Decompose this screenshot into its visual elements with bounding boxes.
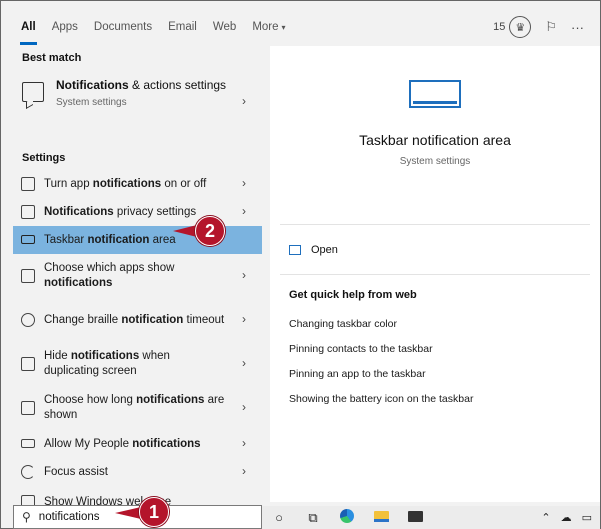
- tab-all-label: All: [21, 21, 36, 33]
- chevron-right-icon: ›: [242, 436, 246, 450]
- best-match-result[interactable]: Notifications & actions settings System …: [13, 70, 262, 146]
- preview-pane: Taskbar notification area System setting…: [270, 46, 600, 502]
- tab-web-label: Web: [212, 21, 237, 33]
- result-turn-app-notifications[interactable]: Turn app notifications on or off ›: [13, 170, 262, 198]
- message-box-icon: [21, 205, 35, 219]
- feedback-icon[interactable]: ⚐: [545, 19, 557, 35]
- network-icon[interactable]: ▭: [582, 511, 592, 524]
- best-match-heading: Best match: [22, 52, 82, 64]
- result-label: Hide notifications when duplicating scre…: [44, 350, 170, 377]
- preview-title: Taskbar notification area: [359, 132, 511, 148]
- cloud-icon[interactable]: ☁: [561, 511, 572, 524]
- result-focus-assist[interactable]: Focus assist ›: [13, 458, 262, 486]
- preview-subtitle: System settings: [399, 156, 471, 167]
- chevron-right-icon: ›: [242, 268, 246, 282]
- result-label: Focus assist: [44, 465, 108, 478]
- chevron-right-icon: ›: [242, 464, 246, 478]
- trophy-icon: ♛: [509, 16, 532, 38]
- file-explorer-icon[interactable]: [364, 510, 398, 525]
- result-choose-which-apps[interactable]: Choose which apps show notifications ›: [13, 254, 262, 298]
- message-box-icon: [21, 269, 35, 283]
- result-my-people-notifications[interactable]: Allow My People notifications ›: [13, 430, 262, 458]
- moon-icon: [21, 465, 35, 479]
- result-label: Choose which apps show notifications: [44, 262, 175, 289]
- callout-1-pointer: [115, 507, 141, 519]
- message-box-icon: [21, 401, 35, 415]
- result-label: Notifications privacy settings: [44, 205, 197, 218]
- taskbar-monitor-icon: [409, 80, 461, 108]
- points-count: 15: [493, 21, 506, 33]
- tab-email-label: Email: [168, 21, 197, 33]
- web-link-pinning-contacts[interactable]: Pinning contacts to the taskbar: [270, 343, 600, 358]
- callout-step-1: 1: [139, 497, 169, 527]
- search-window: All Apps Documents Email Web More ▾ 15 ♛ …: [0, 0, 601, 529]
- tab-documents-label: Documents: [93, 21, 153, 33]
- tab-documents[interactable]: Documents: [86, 8, 160, 46]
- tab-more[interactable]: More ▾: [244, 8, 293, 46]
- tab-web[interactable]: Web: [205, 8, 244, 46]
- tab-email[interactable]: Email: [160, 8, 205, 46]
- tab-all[interactable]: All: [13, 8, 44, 46]
- chevron-right-icon[interactable]: ›: [242, 94, 246, 108]
- callout-2-pointer: [173, 225, 197, 237]
- open-label: Open: [311, 243, 338, 256]
- result-label: Allow My People notifications: [44, 437, 201, 450]
- message-box-icon: [21, 177, 35, 191]
- search-icon: ⚲: [22, 510, 31, 524]
- preview-header: Taskbar notification area System setting…: [280, 80, 590, 225]
- message-box-icon: [21, 357, 35, 371]
- edge-icon[interactable]: [330, 509, 364, 526]
- web-link-taskbar-color[interactable]: Changing taskbar color: [270, 318, 600, 333]
- result-notifications-privacy[interactable]: Notifications privacy settings ›: [13, 198, 262, 226]
- chevron-down-icon: ▾: [281, 22, 286, 32]
- web-help-heading: Get quick help from web: [289, 289, 417, 301]
- web-link-pinning-app[interactable]: Pinning an app to the taskbar: [270, 368, 600, 383]
- web-link-battery-icon[interactable]: Showing the battery icon on the taskbar: [270, 393, 600, 408]
- result-hide-notifications-duplicating[interactable]: Hide notifications when duplicating scre…: [13, 342, 262, 386]
- monitor-icon: [21, 439, 35, 448]
- chevron-right-icon: ›: [242, 356, 246, 370]
- result-braille-timeout[interactable]: Change braille notification timeout ›: [13, 298, 262, 342]
- braille-icon: [21, 313, 35, 327]
- result-label: Choose how long notifications are shown: [44, 394, 225, 421]
- more-options-icon[interactable]: ···: [571, 20, 584, 35]
- cortana-icon[interactable]: ○: [262, 510, 296, 525]
- open-icon: [289, 244, 301, 255]
- best-match-subtitle: System settings: [56, 97, 127, 108]
- best-match-title: Notifications & actions settings: [56, 78, 227, 92]
- chevron-right-icon: ›: [242, 312, 246, 326]
- tab-apps[interactable]: Apps: [44, 8, 86, 46]
- tab-bar-actions: 15 ♛ ⚐ ···: [493, 8, 584, 46]
- tab-apps-label: Apps: [51, 21, 78, 33]
- rewards-points[interactable]: 15 ♛: [493, 16, 532, 38]
- chevron-right-icon: ›: [242, 400, 246, 414]
- result-label: Change braille notification timeout: [44, 313, 225, 326]
- search-filter-tabs: All Apps Documents Email Web More ▾ 15 ♛ …: [13, 8, 600, 46]
- chevron-up-icon[interactable]: ⌃: [541, 511, 550, 524]
- result-choose-how-long[interactable]: Choose how long notifications are shown …: [13, 386, 262, 430]
- results-list: Best match Notifications & actions setti…: [13, 46, 262, 510]
- system-tray: ⌃ ☁ ▭: [541, 511, 600, 524]
- callout-step-2: 2: [195, 216, 225, 246]
- taskbar: ○ ⧉ ⌃ ☁ ▭: [262, 506, 600, 529]
- result-label: Turn app notifications on or off: [44, 177, 207, 190]
- message-box-icon: [22, 82, 44, 102]
- task-view-icon[interactable]: ⧉: [296, 510, 330, 526]
- chevron-right-icon: ›: [242, 176, 246, 190]
- settings-heading: Settings: [22, 152, 66, 164]
- monitor-icon: [21, 235, 35, 244]
- mail-icon[interactable]: [398, 510, 432, 525]
- chevron-right-icon: ›: [242, 204, 246, 218]
- open-action[interactable]: Open: [280, 225, 590, 275]
- result-label: Taskbar notification area: [44, 233, 176, 246]
- tab-more-label: More: [252, 21, 279, 33]
